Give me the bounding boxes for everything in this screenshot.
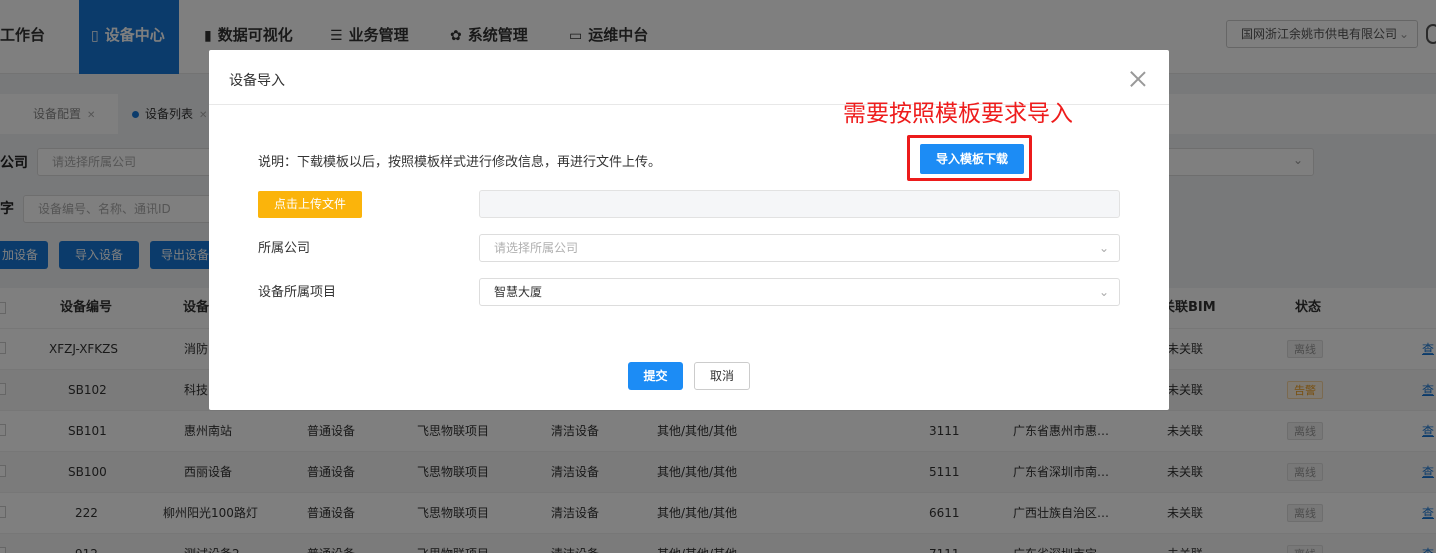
project-value: 智慧大厦 — [494, 285, 543, 299]
submit-button[interactable]: 提交 — [628, 362, 683, 390]
close-icon[interactable] — [1129, 70, 1147, 88]
uploaded-file-field — [479, 190, 1120, 218]
company-label: 所属公司 — [258, 241, 311, 256]
company-placeholder: 请选择所属公司 — [494, 241, 579, 255]
upload-file-button[interactable]: 点击上传文件 — [258, 191, 362, 218]
chevron-down-icon: ⌄ — [1098, 285, 1109, 299]
project-label: 设备所属项目 — [258, 285, 337, 300]
company-select[interactable]: 请选择所属公司 ⌄ — [479, 234, 1120, 262]
app-root: 工作台 ▯设备中心 ▮数据可视化 ☰业务管理 ✿系统管理 ▭运维中台 国网浙江余… — [0, 0, 1436, 553]
chevron-down-icon: ⌄ — [1098, 241, 1109, 255]
import-instructions: 说明：下载模板以后，按照模板样式进行修改信息，再进行文件上传。 — [258, 155, 662, 170]
annotation-text: 需要按照模板要求导入 — [843, 101, 1073, 127]
import-dialog: 设备导入 需要按照模板要求导入 说明：下载模板以后，按照模板样式进行修改信息，再… — [209, 50, 1169, 410]
dialog-title: 设备导入 — [229, 73, 285, 89]
download-template-button[interactable]: 导入模板下载 — [920, 144, 1024, 174]
cancel-button[interactable]: 取消 — [694, 362, 750, 390]
project-select[interactable]: 智慧大厦 ⌄ — [479, 278, 1120, 306]
